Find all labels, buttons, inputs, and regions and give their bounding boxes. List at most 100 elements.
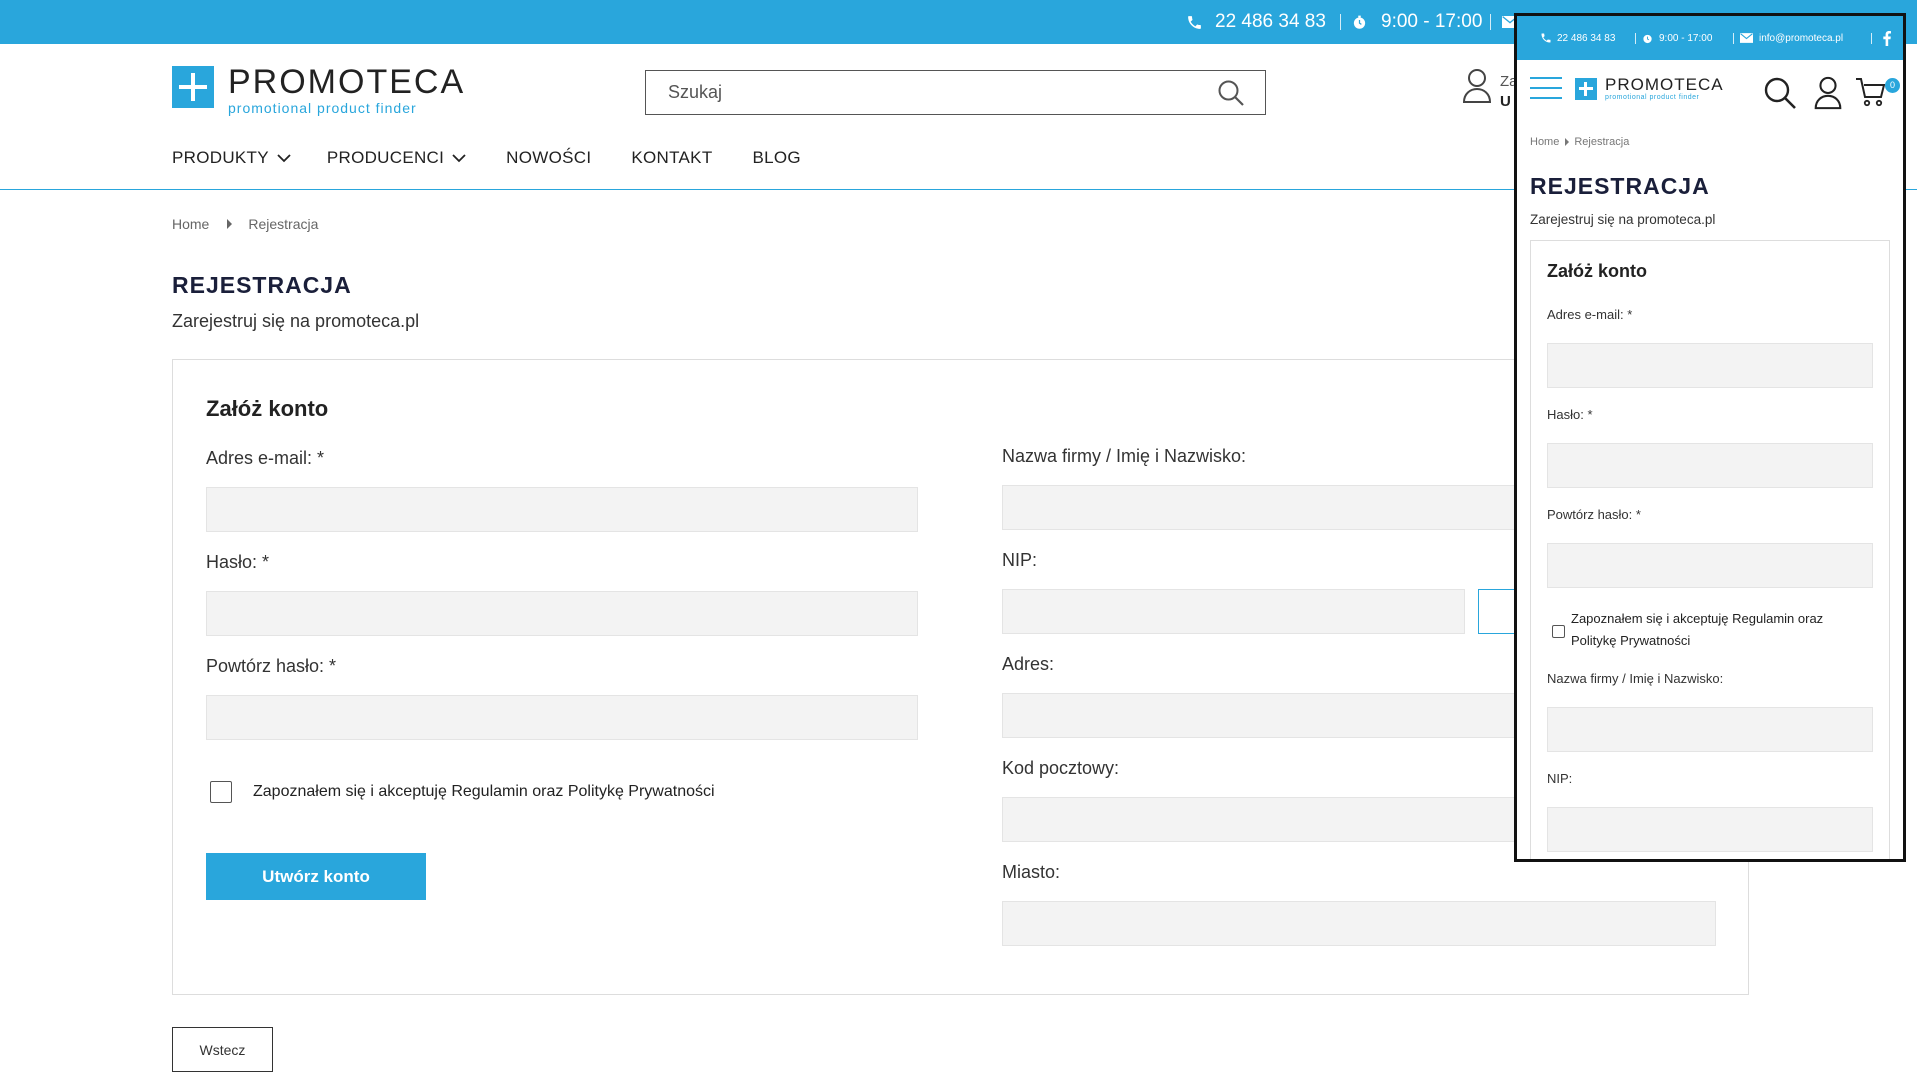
- nav-item-label: PRODUKTY: [172, 148, 269, 167]
- clock-icon: [1353, 15, 1366, 29]
- logo-cross-icon: [1575, 78, 1597, 100]
- topbar-phone[interactable]: 22 486 34 83: [1186, 0, 1326, 44]
- search-icon[interactable]: [1763, 76, 1797, 110]
- mobile-terms-checkbox[interactable]: [1552, 625, 1565, 638]
- breadcrumb-arrow-icon: [1565, 138, 1570, 146]
- search-box: [645, 70, 1266, 115]
- mobile-repeat-password-field[interactable]: [1547, 543, 1873, 588]
- nav-item-blog[interactable]: BLOG: [753, 148, 801, 168]
- site-logo[interactable]: PROMOTECA promotional product finder: [172, 64, 465, 116]
- nav-item-label: KONTAKT: [631, 148, 713, 167]
- mobile-email-label: Adres e-mail: *: [1547, 307, 1633, 322]
- create-account-button[interactable]: Utwórz konto: [206, 853, 426, 900]
- topbar-hours-text: 9:00 - 17:00: [1381, 11, 1483, 32]
- password-field-wrap: [206, 591, 918, 636]
- mobile-separator: [1733, 33, 1734, 44]
- mobile-password-label: Hasło: *: [1547, 407, 1593, 422]
- mobile-separator: [1635, 33, 1636, 44]
- topbar-separator: [1490, 14, 1491, 30]
- user-icon[interactable]: [1462, 68, 1492, 104]
- company-label: Nazwa firmy / Imię i Nazwisko:: [1002, 446, 1247, 466]
- mobile-email-field[interactable]: [1547, 343, 1873, 388]
- page-title: REJESTRACJA: [172, 272, 352, 298]
- mobile-breadcrumb-current: Rejestracja: [1574, 136, 1630, 148]
- logo-tagline: promotional product finder: [228, 100, 417, 116]
- mobile-header: PROMOTECA promotional product finder 0: [1517, 60, 1903, 120]
- breadcrumb-arrow-icon: [227, 219, 233, 229]
- repeat-password-field[interactable]: [207, 696, 917, 739]
- chevron-down-icon: [277, 153, 291, 162]
- clock-icon: [1643, 34, 1652, 43]
- nip-label: NIP:: [1002, 550, 1038, 570]
- breadcrumb-current: Rejestracja: [248, 216, 319, 232]
- postal-code-label: Kod pocztowy:: [1002, 758, 1120, 778]
- nav-item-nowosci[interactable]: NOWOŚCI: [506, 148, 591, 168]
- password-field[interactable]: [207, 592, 917, 635]
- mobile-company-field[interactable]: [1547, 707, 1873, 752]
- address-label: Adres:: [1002, 654, 1055, 674]
- hamburger-menu-icon[interactable]: [1530, 77, 1562, 99]
- nav-item-produkty[interactable]: PRODUKTY: [172, 148, 291, 168]
- mobile-repeat-password-label: Powtórz hasło: *: [1547, 507, 1641, 522]
- mail-icon: [1740, 33, 1753, 43]
- breadcrumb: Home Rejestracja: [172, 216, 318, 232]
- mobile-company-label: Nazwa firmy / Imię i Nazwisko:: [1547, 671, 1724, 686]
- password-label: Hasło: *: [206, 552, 270, 572]
- mobile-logo[interactable]: PROMOTECA promotional product finder: [1575, 76, 1724, 101]
- mobile-nip-field[interactable]: [1547, 807, 1873, 852]
- topbar-phone-text: 22 486 34 83: [1215, 11, 1326, 32]
- terms-label[interactable]: Zapoznałem się i akceptuję Regulamin ora…: [253, 783, 715, 801]
- cart-icon[interactable]: [1855, 76, 1887, 108]
- mobile-breadcrumb-home[interactable]: Home: [1530, 136, 1559, 148]
- registration-card: Załóż konto Adres e-mail: * Hasło: * Pow…: [172, 359, 1749, 995]
- city-label: Miasto:: [1002, 862, 1061, 882]
- phone-icon: [1188, 15, 1201, 29]
- mobile-page-title: REJESTRACJA: [1530, 173, 1710, 199]
- repeat-password-label: Powtórz hasło: *: [206, 656, 337, 676]
- city-field[interactable]: [1003, 902, 1715, 945]
- mobile-password-field[interactable]: [1547, 443, 1873, 488]
- nav-item-label: PRODUCENCI: [326, 148, 445, 167]
- search-input[interactable]: [646, 71, 1265, 114]
- terms-checkbox[interactable]: [210, 781, 232, 803]
- mobile-registration-card: Załóż konto Adres e-mail: * Hasło: * Pow…: [1530, 240, 1890, 859]
- back-button[interactable]: Wstecz: [172, 1027, 273, 1072]
- mobile-phone-text: 22 486 34 83: [1557, 32, 1616, 44]
- email-field-wrap: [206, 487, 918, 532]
- mobile-logo-tagline: promotional product finder: [1605, 94, 1700, 101]
- phone-icon: [1541, 33, 1551, 43]
- mobile-mail[interactable]: info@promoteca.pl: [1740, 16, 1843, 60]
- facebook-icon: [1883, 30, 1891, 46]
- cart-count-badge: 0: [1885, 78, 1900, 93]
- mobile-terms-label[interactable]: Zapoznałem się i akceptuję Regulamin ora…: [1571, 608, 1861, 652]
- repeat-password-field-wrap: [206, 695, 918, 740]
- nav-item-producenci[interactable]: PRODUCENCI: [327, 148, 466, 168]
- topbar-hours: 9:00 - 17:00: [1352, 0, 1482, 44]
- mobile-preview: 22 486 34 83 9:00 - 17:00 info@promoteca…: [1514, 13, 1906, 862]
- nav-item-kontakt[interactable]: KONTAKT: [631, 148, 712, 168]
- email-field[interactable]: [207, 488, 917, 531]
- search-icon[interactable]: [1217, 79, 1245, 107]
- main-navigation: PRODUKTY PRODUCENCI NOWOŚCI KONTAKT BLOG: [172, 148, 837, 168]
- mobile-phone[interactable]: 22 486 34 83: [1540, 16, 1615, 60]
- email-label: Adres e-mail: *: [206, 448, 325, 468]
- mobile-hours: 9:00 - 17:00: [1642, 16, 1712, 60]
- mobile-facebook[interactable]: [1883, 16, 1891, 60]
- mobile-page-subtitle: Zarejestruj się na promoteca.pl: [1530, 212, 1716, 227]
- mobile-logo-name: PROMOTECA: [1605, 75, 1724, 94]
- user-icon[interactable]: [1813, 76, 1843, 110]
- mobile-mail-text: info@promoteca.pl: [1759, 32, 1844, 44]
- breadcrumb-home[interactable]: Home: [172, 216, 209, 232]
- form-title: Załóż konto: [206, 396, 329, 421]
- nav-item-label: NOWOŚCI: [506, 148, 592, 167]
- nip-field-wrap: [1002, 589, 1465, 634]
- mobile-form-title: Załóż konto: [1547, 261, 1647, 281]
- nip-field[interactable]: [1003, 590, 1464, 633]
- chevron-down-icon: [452, 153, 466, 162]
- mobile-top-bar: 22 486 34 83 9:00 - 17:00 info@promoteca…: [1517, 16, 1903, 60]
- logo-name: PROMOTECA: [228, 63, 466, 101]
- mobile-hours-text: 9:00 - 17:00: [1659, 32, 1713, 44]
- page-subtitle: Zarejestruj się na promoteca.pl: [172, 311, 420, 331]
- topbar-separator: [1340, 14, 1341, 30]
- mobile-nip-label: NIP:: [1547, 771, 1573, 786]
